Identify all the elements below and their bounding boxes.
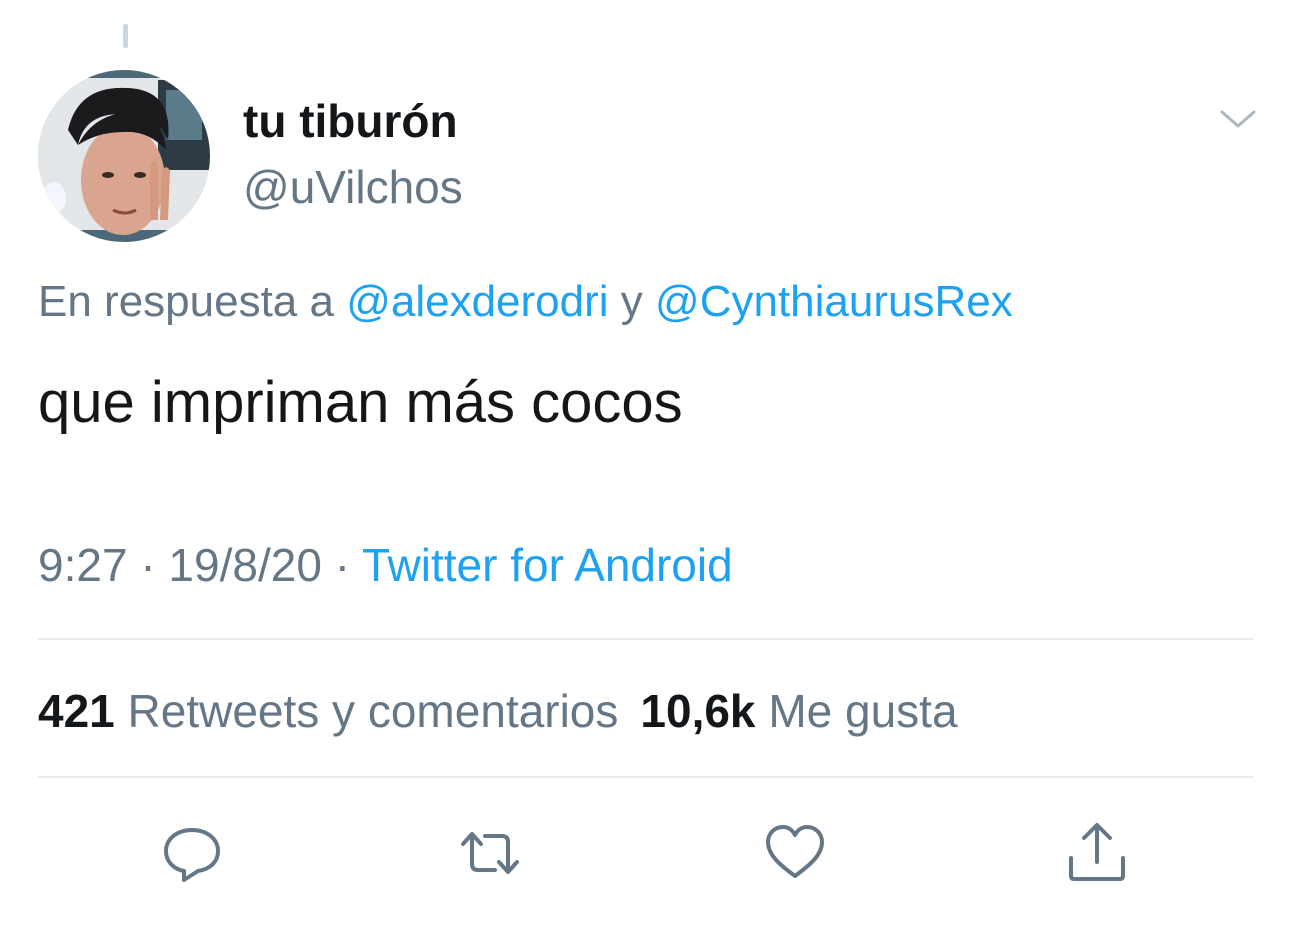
author-handle[interactable]: @uVilchos — [243, 162, 463, 213]
meta-separator: · — [140, 539, 156, 591]
mention-link[interactable]: @alexderodri — [346, 277, 608, 326]
thread-connector-line — [123, 24, 128, 48]
avatar[interactable] — [38, 70, 210, 242]
tweet-source-link[interactable]: Twitter for Android — [362, 539, 733, 591]
share-button[interactable] — [1062, 818, 1132, 888]
tweet-time[interactable]: 9:27 — [38, 539, 128, 591]
reply-button[interactable] — [157, 818, 227, 888]
avatar-photo — [38, 70, 210, 242]
divider — [38, 776, 1253, 778]
like-icon — [766, 825, 824, 878]
tweet-stats: 421 Retweets y comentarios 10,6k Me gusta — [38, 684, 958, 739]
reply-icon — [164, 828, 220, 882]
likes-label: Me gusta — [768, 685, 958, 737]
retweet-icon — [461, 832, 519, 874]
meta-separator: · — [334, 539, 351, 591]
likes-stat[interactable]: 10,6k Me gusta — [640, 685, 957, 737]
retweet-button[interactable] — [455, 818, 525, 888]
like-button[interactable] — [760, 818, 830, 888]
reply-context: En respuesta a @alexderodri y @Cynthiaur… — [38, 276, 1013, 329]
tweet-meta: 9:27 · 19/8/20 · Twitter for Android — [38, 538, 733, 593]
mention-link[interactable]: @CynthiaurusRex — [655, 277, 1013, 326]
reply-joiner: y — [620, 277, 643, 326]
tweet-text: que impriman más cocos — [38, 370, 683, 435]
share-icon — [1069, 823, 1125, 881]
chevron-down-icon[interactable] — [1210, 100, 1266, 140]
likes-count: 10,6k — [640, 685, 756, 737]
retweets-stat[interactable]: 421 Retweets y comentarios — [38, 685, 618, 737]
reply-prefix: En respuesta a — [38, 277, 334, 326]
retweets-label: Retweets y comentarios — [127, 685, 619, 737]
tweet-date[interactable]: 19/8/20 — [168, 539, 321, 591]
author-display-name[interactable]: tu tiburón — [243, 96, 458, 147]
divider — [38, 638, 1253, 640]
retweets-count: 421 — [38, 685, 115, 737]
